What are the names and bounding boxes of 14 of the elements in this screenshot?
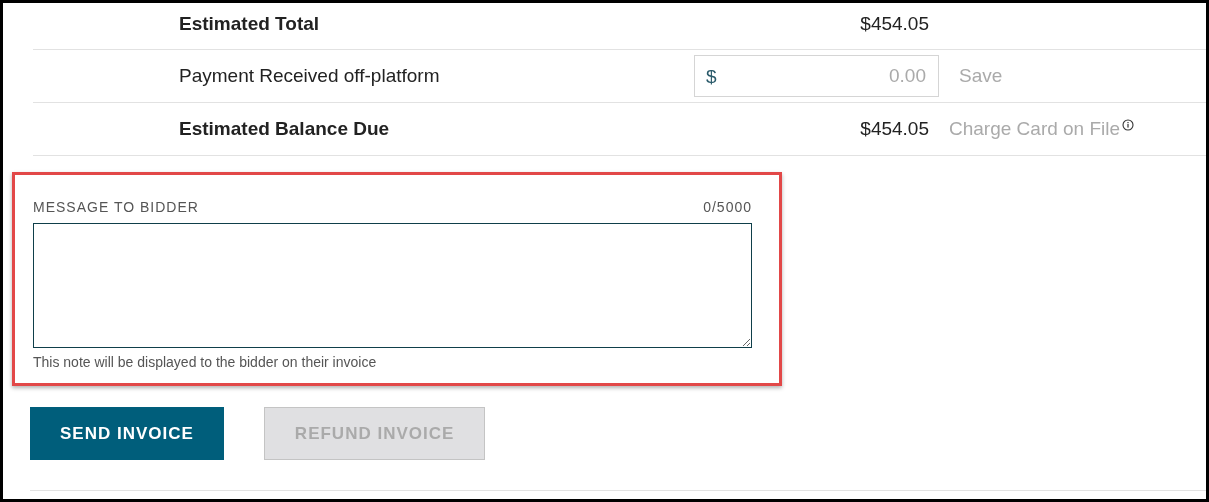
helper-text: This note will be displayed to the bidder on their invoice (33, 353, 378, 372)
currency-symbol: $ (706, 65, 717, 89)
row-label: Estimated Total (179, 11, 321, 36)
primary-button[interactable]: SEND INVOICE (30, 407, 224, 460)
amount-value: $454.05 (859, 116, 929, 141)
info-icon[interactable] (1122, 119, 1135, 131)
action-link[interactable]: Charge Card on File (949, 114, 1121, 144)
row-label: Payment Received off-platform (179, 63, 441, 88)
action-link[interactable]: Save (959, 61, 1003, 91)
amount-value: $454.05 (859, 11, 929, 36)
character-counter: 0/5000 (703, 198, 752, 217)
message-field[interactable] (33, 223, 752, 348)
row-label: Estimated Balance Due (179, 116, 391, 141)
field-label: MESSAGE TO BIDDER (33, 198, 199, 217)
